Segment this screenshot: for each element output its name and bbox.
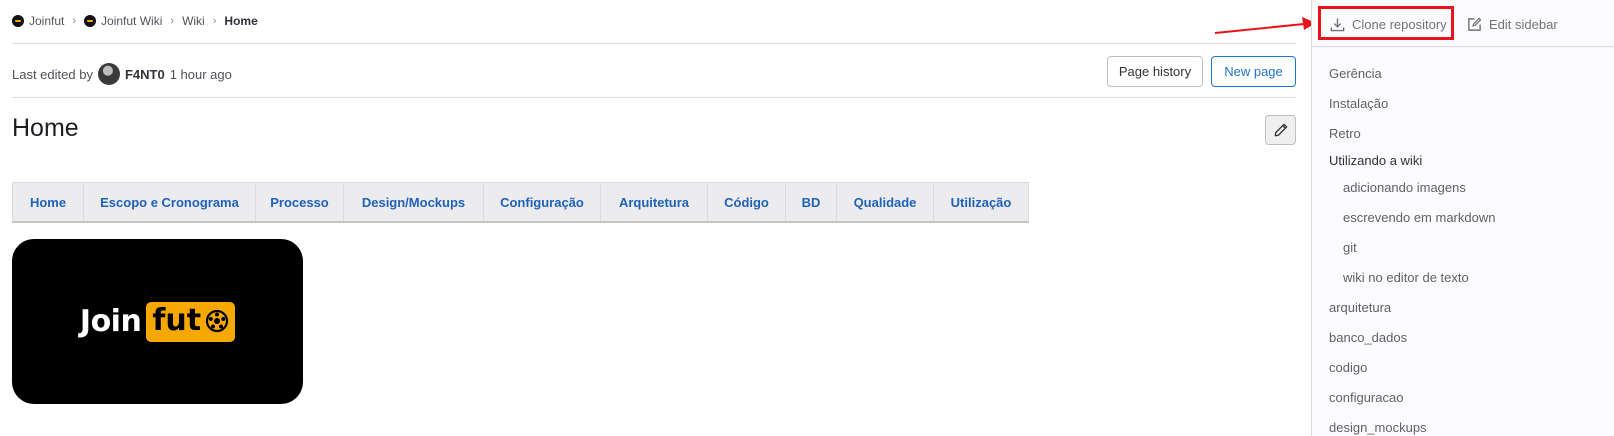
avatar[interactable] — [97, 63, 120, 85]
joinfut-logo-image: Join fut — [12, 239, 303, 404]
breadcrumb-joinfut-wiki[interactable]: Joinfut Wiki — [84, 14, 162, 28]
last-edited-time: 1 hour ago — [169, 66, 232, 82]
wiki-nav-table: Home Escopo e Cronograma Processo Design… — [12, 182, 1029, 223]
nav-link-codigo[interactable]: Código — [708, 183, 786, 221]
logo-text-join: Join — [79, 304, 142, 339]
sidebar-item-design-mockups[interactable]: design_mockups — [1329, 412, 1495, 436]
nav-link-utilizacao[interactable]: Utilização — [934, 183, 1028, 221]
soccer-ball-icon — [205, 309, 229, 333]
logo-text-fut: fut — [152, 303, 202, 338]
sidebar-page-list: Gerência Instalação Retro Utilizando a w… — [1329, 58, 1495, 436]
sidebar-item-configuracao[interactable]: configuracao — [1329, 382, 1495, 412]
edit-square-icon — [1467, 17, 1482, 32]
last-edited-prefix: Last edited by — [12, 66, 93, 82]
edit-page-button[interactable] — [1265, 115, 1296, 145]
sidebar-item-adicionando-imagens[interactable]: adicionando imagens — [1329, 172, 1495, 202]
sidebar-item-escrevendo-em-markdown[interactable]: escrevendo em markdown — [1329, 202, 1495, 232]
annotation-arrow — [1214, 17, 1316, 34]
author-link[interactable]: F4NT0 — [125, 67, 165, 82]
nav-link-escopo[interactable]: Escopo e Cronograma — [84, 183, 256, 221]
sidebar-item-utilizando-a-wiki[interactable]: Utilizando a wiki — [1329, 148, 1495, 172]
new-page-button[interactable]: New page — [1211, 56, 1296, 87]
breadcrumb: Joinfut › Joinfut Wiki › Wiki › Home — [12, 12, 258, 30]
breadcrumb-joinfut[interactable]: Joinfut — [12, 14, 64, 28]
sidebar-item-banco-dados[interactable]: banco_dados — [1329, 322, 1495, 352]
nav-link-home[interactable]: Home — [13, 183, 84, 221]
nav-link-bd[interactable]: BD — [786, 183, 837, 221]
sidebar-item-retro[interactable]: Retro — [1329, 118, 1495, 148]
sidebar-item-instalacao[interactable]: Instalação — [1329, 88, 1495, 118]
breadcrumb-wiki[interactable]: Wiki — [182, 14, 205, 28]
nav-link-design[interactable]: Design/Mockups — [344, 183, 484, 221]
breadcrumb-current[interactable]: Home — [224, 14, 257, 28]
nav-link-arquitetura[interactable]: Arquitetura — [601, 183, 708, 221]
chevron-right-icon: › — [170, 15, 175, 27]
sidebar-item-arquitetura[interactable]: arquitetura — [1329, 292, 1495, 322]
breadcrumb-label: Joinfut — [29, 14, 65, 28]
nav-link-processo[interactable]: Processo — [256, 183, 344, 221]
page-history-button[interactable]: Page history — [1107, 56, 1203, 87]
nav-link-qualidade[interactable]: Qualidade — [837, 183, 934, 221]
wiki-sidebar: Clone repository Edit sidebar Gerência I… — [1311, 0, 1614, 436]
nav-link-configuracao[interactable]: Configuração — [484, 183, 601, 221]
pencil-icon — [1274, 123, 1288, 137]
chevron-right-icon: › — [212, 15, 217, 27]
chevron-right-icon: › — [72, 15, 77, 27]
breadcrumb-label: Wiki — [182, 14, 205, 28]
sidebar-item-wiki-no-editor[interactable]: wiki no editor de texto — [1329, 262, 1495, 292]
edit-sidebar-label: Edit sidebar — [1489, 16, 1558, 32]
page-title: Home — [12, 114, 79, 142]
last-edited-info: Last edited by F4NT0 1 hour ago — [12, 62, 232, 86]
sidebar-item-codigo[interactable]: codigo — [1329, 352, 1495, 382]
edit-sidebar-link[interactable]: Edit sidebar — [1467, 14, 1558, 34]
joinfut-logo-icon — [84, 15, 97, 27]
logo-badge: fut — [146, 301, 236, 342]
divider — [12, 97, 1296, 98]
joinfut-logo-icon — [12, 15, 24, 27]
divider — [12, 43, 1296, 44]
annotation-highlight-box — [1318, 6, 1454, 40]
sidebar-item-gerencia[interactable]: Gerência — [1329, 58, 1495, 88]
sidebar-item-git[interactable]: git — [1329, 232, 1495, 262]
breadcrumb-label: Joinfut Wiki — [101, 14, 163, 28]
